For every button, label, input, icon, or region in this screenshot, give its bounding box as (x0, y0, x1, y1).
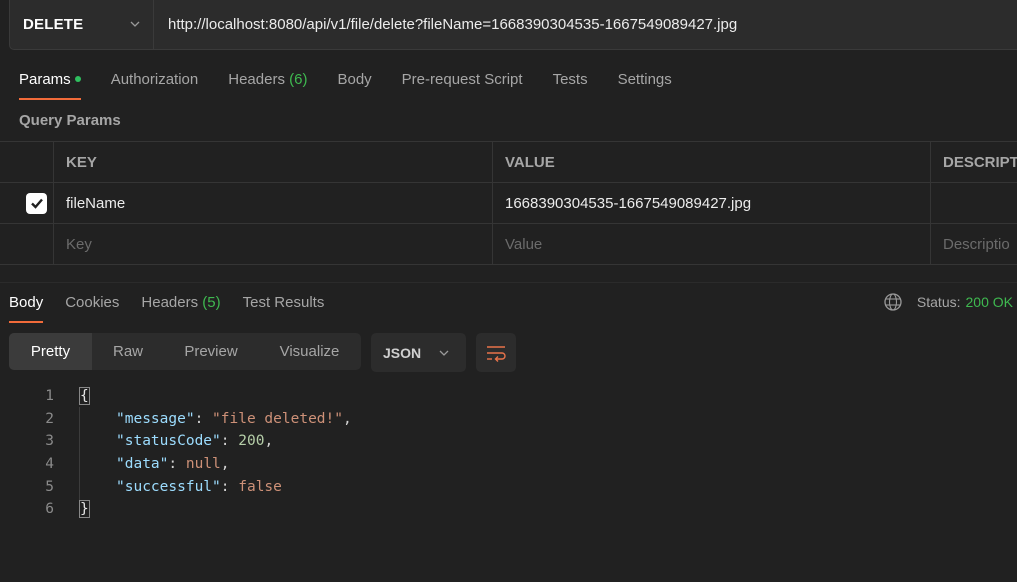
tab-label: Authorization (110, 71, 199, 88)
param-key-field[interactable]: fileName (54, 183, 493, 223)
tab-authorization[interactable]: Authorization (111, 68, 199, 100)
param-description-field[interactable] (931, 183, 1017, 223)
code-line: 4 "data": null, (0, 453, 1017, 476)
code-line: 6 } (0, 498, 1017, 521)
method-label: DELETE (23, 16, 84, 33)
chevron-down-icon (130, 21, 140, 27)
url-input[interactable]: http://localhost:8080/api/v1/file/delete… (154, 0, 1017, 49)
response-status: Status: 200 OK (883, 292, 1013, 312)
check-cell (0, 183, 54, 223)
code-line: 1 { (0, 385, 1017, 408)
column-header-value: VALUE (493, 142, 931, 182)
tab-label: Settings (617, 71, 672, 88)
tab-label: Pre-request Script (401, 71, 523, 88)
chevron-down-icon (439, 350, 449, 356)
tab-tests[interactable]: Tests (553, 68, 588, 100)
status-value[interactable]: 200 OK (966, 294, 1013, 310)
new-value-input[interactable]: Value (493, 224, 931, 264)
status-label: Status: (916, 294, 961, 310)
tab-params[interactable]: Params (19, 68, 81, 100)
view-mode-toggle: Pretty Raw Preview Visualize (9, 333, 361, 370)
tab-headers[interactable]: Headers (6) (228, 68, 307, 100)
headers-count: (6) (289, 71, 308, 88)
line-number: 4 (45, 456, 54, 473)
json-key: "message" (116, 410, 195, 427)
response-tab-body[interactable]: Body (9, 291, 44, 323)
json-value: false (238, 478, 282, 495)
tab-label: Params (19, 71, 71, 88)
tab-label: Headers (141, 294, 199, 311)
response-body-editor[interactable]: 1 { 2 "message": "file deleted!", 3 "sta… (0, 385, 1017, 521)
json-value: null (185, 456, 221, 473)
checkmark-icon (30, 198, 43, 209)
response-tabs: Body Cookies Headers (5) Test Results (9, 291, 346, 323)
json-key: "data" (116, 456, 169, 473)
view-pretty-button[interactable]: Pretty (9, 333, 92, 370)
comma: , (343, 410, 352, 427)
column-header-description: DESCRIPTI (943, 153, 1017, 171)
tab-label: Tests (552, 71, 588, 88)
close-brace: } (79, 500, 90, 519)
column-header-key: KEY (54, 142, 493, 182)
open-brace: { (79, 387, 90, 406)
query-params-table: KEY VALUE DESCRIPTI fileName 16683903045… (0, 141, 1017, 265)
params-active-dot (74, 76, 81, 83)
line-number: 1 (45, 388, 54, 405)
tab-label: Body (337, 71, 372, 88)
new-key-input[interactable]: Key (54, 224, 493, 264)
response-tab-cookies[interactable]: Cookies (65, 291, 119, 323)
json-key: "statusCode" (116, 433, 221, 450)
postman-request-view: DELETE http://localhost:8080/api/v1/file… (0, 0, 1017, 582)
new-description-input[interactable]: Descriptio (931, 224, 1017, 264)
method-dropdown[interactable]: DELETE (10, 0, 154, 49)
check-cell (0, 224, 54, 264)
header-check-cell (0, 142, 54, 182)
wrap-lines-button[interactable] (476, 333, 516, 372)
table-header-row: KEY VALUE DESCRIPTI (0, 142, 1017, 183)
json-key: "successful" (116, 478, 221, 495)
tab-label: Body (9, 294, 44, 311)
tab-pre-request-script[interactable]: Pre-request Script (402, 68, 523, 100)
code-line: 5 "successful": false (0, 475, 1017, 498)
line-number: 2 (45, 410, 54, 427)
param-enabled-checkbox[interactable] (26, 192, 47, 214)
response-headers-count: (5) (202, 294, 221, 311)
response-tab-headers[interactable]: Headers (5) (141, 291, 220, 323)
tab-settings[interactable]: Settings (618, 68, 672, 100)
wrap-lines-icon (487, 345, 506, 362)
param-value-field[interactable]: 1668390304535-1667549089427.jpg (493, 183, 931, 223)
json-value: "file deleted!" (212, 410, 343, 427)
tab-label: Cookies (65, 294, 120, 311)
response-divider[interactable] (0, 282, 1017, 283)
line-number: 3 (45, 433, 54, 450)
code-line: 3 "statusCode": 200, (0, 430, 1017, 453)
tab-body[interactable]: Body (337, 68, 371, 100)
tab-label: Test Results (242, 294, 325, 311)
url-bar: DELETE http://localhost:8080/api/v1/file… (9, 0, 1017, 50)
view-raw-button[interactable]: Raw (92, 333, 164, 370)
response-tab-test-results[interactable]: Test Results (243, 291, 325, 323)
json-value: 200 (238, 433, 265, 450)
code-line: 2 "message": "file deleted!", (0, 408, 1017, 431)
globe-icon[interactable] (883, 292, 903, 312)
comma: , (264, 433, 274, 450)
format-dropdown[interactable]: JSON (371, 333, 466, 372)
request-tabs: Params Authorization Headers (6) Body Pr… (19, 68, 702, 100)
view-preview-button[interactable]: Preview (164, 333, 258, 370)
table-row: fileName 1668390304535-1667549089427.jpg (0, 183, 1017, 224)
line-number: 6 (45, 501, 54, 518)
view-visualize-button[interactable]: Visualize (258, 333, 361, 370)
comma: , (220, 456, 230, 473)
table-row-empty: Key Value Descriptio (0, 224, 1017, 265)
query-params-heading: Query Params (19, 112, 121, 129)
line-number: 5 (45, 478, 54, 495)
format-label: JSON (383, 344, 422, 361)
tab-label: Headers (228, 71, 285, 88)
